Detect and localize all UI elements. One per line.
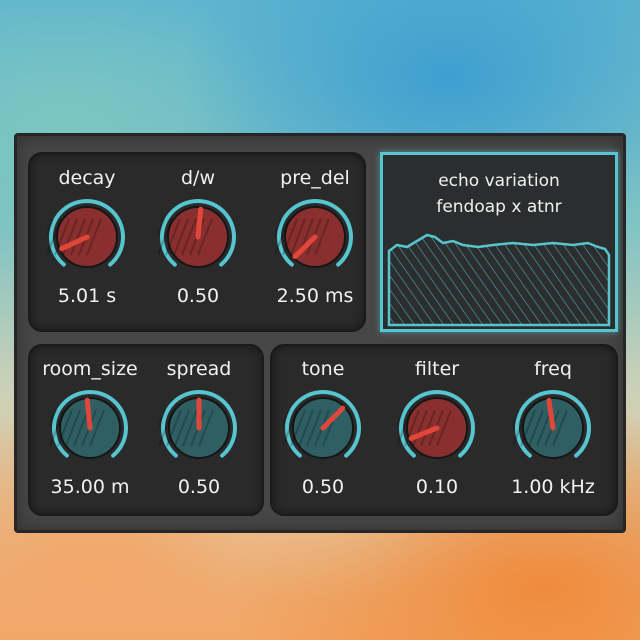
knob-decay-value: 5.01 s	[57, 285, 117, 307]
knob-pre-del-label: pre_del	[280, 167, 350, 189]
knob-dw[interactable]: d/w 0.50	[143, 167, 253, 317]
knob-pointer	[195, 206, 204, 240]
knob-tone[interactable]: tone 0.50	[268, 358, 378, 508]
knob-pre-del-value: 2.50 ms	[276, 285, 354, 307]
knob-room-size-value: 35.00 m	[50, 476, 130, 498]
knob-pre-del-dial[interactable]	[275, 197, 355, 277]
knob-filter[interactable]: filter 0.10	[382, 358, 492, 508]
knob-room-size-dial[interactable]	[50, 388, 130, 468]
knob-spread-dial[interactable]	[159, 388, 239, 468]
knob-dw-value: 0.50	[176, 285, 220, 307]
waveform-display: echo variation fendoap x atnr	[380, 152, 618, 332]
knob-dw-label: d/w	[180, 167, 215, 189]
knob-freq-dial[interactable]	[513, 388, 593, 468]
knob-decay[interactable]: decay 5.01 s	[32, 167, 142, 317]
knob-dw-dial[interactable]	[158, 197, 238, 277]
knob-freq-label: freq	[534, 358, 572, 380]
display-title-line1: echo variation	[438, 171, 560, 191]
knob-pre-del[interactable]: pre_del 2.50 ms	[260, 167, 370, 317]
knob-spread-value: 0.50	[177, 476, 221, 498]
knob-tone-dial[interactable]	[283, 388, 363, 468]
knob-room-size-label: room_size	[42, 358, 138, 380]
knob-tone-value: 0.50	[301, 476, 345, 498]
knob-tone-label: tone	[301, 358, 345, 380]
knob-freq-value: 1.00 kHz	[511, 476, 595, 498]
knob-spread-label: spread	[166, 358, 232, 380]
knob-pointer	[84, 397, 93, 431]
knob-decay-dial[interactable]	[47, 197, 127, 277]
knob-filter-value: 0.10	[415, 476, 459, 498]
knob-room-size[interactable]: room_size 35.00 m	[35, 358, 145, 508]
knob-filter-dial[interactable]	[397, 388, 477, 468]
knob-decay-label: decay	[58, 167, 116, 189]
knob-freq[interactable]: freq 1.00 kHz	[498, 358, 608, 508]
display-title-line2: fendoap x atnr	[436, 197, 562, 217]
knob-filter-label: filter	[414, 358, 460, 380]
knob-spread[interactable]: spread 0.50	[144, 358, 254, 508]
waveform-fill	[387, 233, 611, 327]
